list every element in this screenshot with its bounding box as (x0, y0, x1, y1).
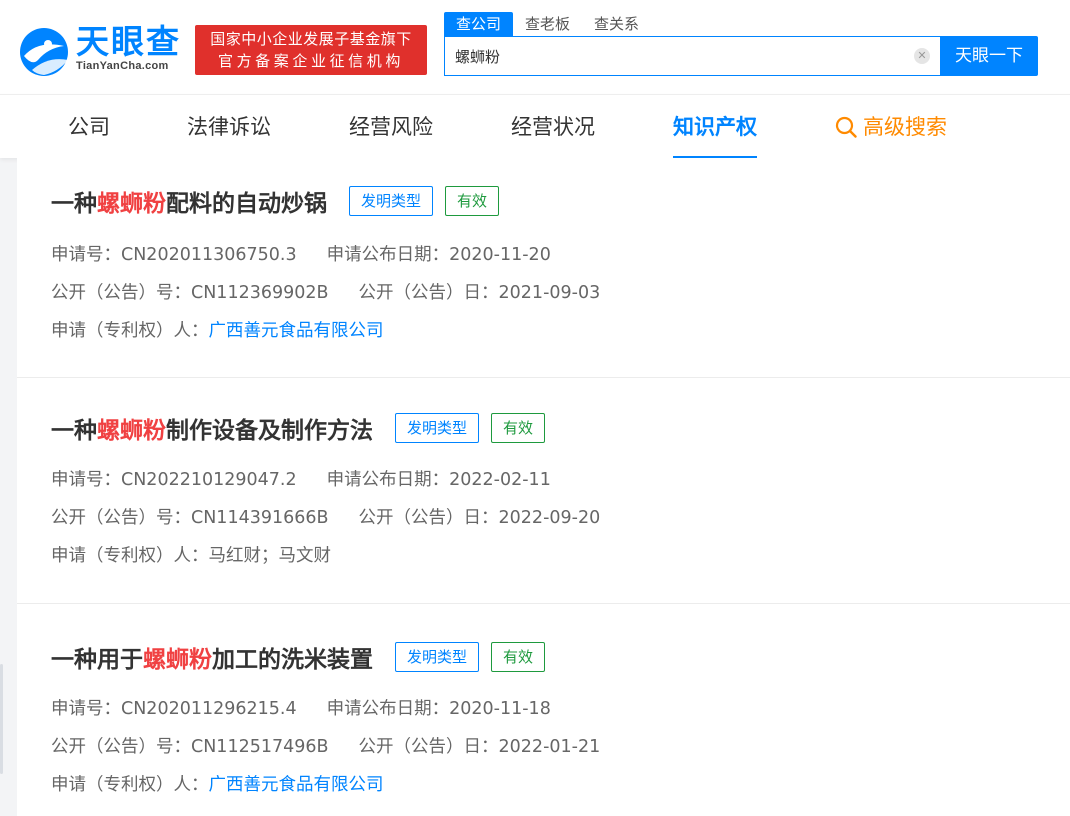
logo[interactable]: 天眼查 TianYanCha.com (18, 22, 190, 78)
search-tabs: 查公司 查老板 查关系 (444, 12, 651, 36)
open-number: CN112517496B (191, 737, 329, 757)
advanced-search-label: 高级搜索 (863, 115, 947, 139)
patent-title-row: 一种用于螺蛳粉加工的洗米装置 发明类型 有效 (51, 640, 546, 674)
open-date: 2022-09-20 (498, 508, 601, 528)
open-number: CN114391666B (191, 508, 329, 528)
patent-type-tag: 发明类型 (395, 642, 480, 672)
tab-search-relation[interactable]: 查关系 (582, 12, 651, 36)
patent-status-tag: 有效 (445, 186, 500, 216)
official-badge: 国家中小企业发展子基金旗下 官方备案企业征信机构 (195, 25, 427, 75)
application-number: CN202011296215.4 (121, 699, 297, 719)
publication-date: 2020-11-20 (449, 245, 551, 265)
header: 天眼查 TianYanCha.com 国家中小企业发展子基金旗下 官方备案企业征… (0, 0, 1070, 94)
side-scroll-handle[interactable] (0, 664, 3, 774)
search-box: ✕ (444, 36, 940, 76)
patent-title-row: 一种螺蛳粉制作设备及制作方法 发明类型 有效 (51, 411, 546, 445)
patent-applicant-row: 申请（专利权）人：广西善元食品有限公司 (51, 321, 384, 341)
patent-title[interactable]: 一种螺蛳粉制作设备及制作方法 (51, 411, 373, 445)
patent-result-list: 一种螺蛳粉配料的自动炒锅 发明类型 有效 申请号：CN202011306750.… (17, 158, 1070, 816)
badge-line-2: 官方备案企业征信机构 (217, 52, 404, 70)
publication-date: 2022-02-11 (449, 470, 551, 490)
nav-litigation[interactable]: 法律诉讼 (187, 95, 271, 159)
logo-domain: TianYanCha.com (76, 60, 169, 72)
patent-status-tag: 有效 (491, 413, 546, 443)
patent-type-tag: 发明类型 (349, 186, 434, 216)
patent-title-row: 一种螺蛳粉配料的自动炒锅 发明类型 有效 (51, 184, 500, 218)
tab-search-company[interactable]: 查公司 (444, 12, 514, 36)
application-number: CN202210129047.2 (121, 470, 297, 490)
main-nav: 公司 法律诉讼 经营风险 经营状况 知识产权 高级搜索 (0, 94, 1070, 159)
patent-title[interactable]: 一种螺蛳粉配料的自动炒锅 (51, 184, 327, 218)
nav-intellectual-property[interactable]: 知识产权 (673, 95, 757, 159)
nav-company[interactable]: 公司 (68, 95, 110, 159)
patent-title[interactable]: 一种用于螺蛳粉加工的洗米装置 (51, 640, 373, 674)
patent-applicant-row: 申请（专利权）人：广西善元食品有限公司 (51, 775, 384, 795)
applicant-link[interactable]: 广西善元食品有限公司 (209, 775, 384, 795)
nav-business-risk[interactable]: 经营风险 (349, 95, 433, 159)
patent-open-row: 公开（公告）号：CN112517496B 公开（公告）日：2022-01-21 (51, 737, 601, 757)
clear-icon[interactable]: ✕ (914, 48, 930, 64)
patent-application-row: 申请号：CN202210129047.2 申请公布日期：2022-02-11 (51, 470, 551, 490)
applicant-names: 马红财；马文财 (208, 546, 332, 566)
patent-open-row: 公开（公告）号：CN114391666B 公开（公告）日：2022-09-20 (51, 508, 601, 528)
open-date: 2021-09-03 (498, 283, 601, 303)
open-number: CN112369902B (191, 283, 329, 303)
tab-search-boss[interactable]: 查老板 (513, 12, 582, 36)
badge-line-1: 国家中小企业发展子基金旗下 (210, 30, 412, 48)
patent-application-row: 申请号：CN202011306750.3 申请公布日期：2020-11-20 (51, 245, 551, 265)
applicant-link[interactable]: 广西善元食品有限公司 (209, 321, 384, 341)
nav-advanced-search[interactable]: 高级搜索 (835, 95, 947, 159)
patent-item: 一种螺蛳粉制作设备及制作方法 发明类型 有效 申请号：CN20221012904… (17, 378, 1070, 604)
application-number: CN202011306750.3 (121, 245, 297, 265)
search-button[interactable]: 天眼一下 (940, 36, 1038, 76)
search-icon (835, 116, 857, 138)
publication-date: 2020-11-18 (449, 699, 551, 719)
patent-applicant-row: 申请（专利权）人：马红财；马文财 (51, 546, 332, 566)
logo-text: 天眼查 (76, 22, 181, 61)
search-area: 查公司 查老板 查关系 ✕ 天眼一下 (444, 12, 1040, 76)
patent-item: 一种螺蛳粉配料的自动炒锅 发明类型 有效 申请号：CN202011306750.… (17, 158, 1070, 378)
patent-item: 一种用于螺蛳粉加工的洗米装置 发明类型 有效 申请号：CN20201129621… (17, 604, 1070, 816)
patent-application-row: 申请号：CN202011296215.4 申请公布日期：2020-11-18 (51, 699, 551, 719)
patent-type-tag: 发明类型 (395, 413, 480, 443)
search-input[interactable] (455, 37, 895, 75)
patent-status-tag: 有效 (491, 642, 546, 672)
patent-open-row: 公开（公告）号：CN112369902B 公开（公告）日：2021-09-03 (51, 283, 601, 303)
open-date: 2022-01-21 (498, 737, 601, 757)
eye-logo-icon (20, 28, 68, 76)
nav-business-status[interactable]: 经营状况 (511, 95, 595, 159)
